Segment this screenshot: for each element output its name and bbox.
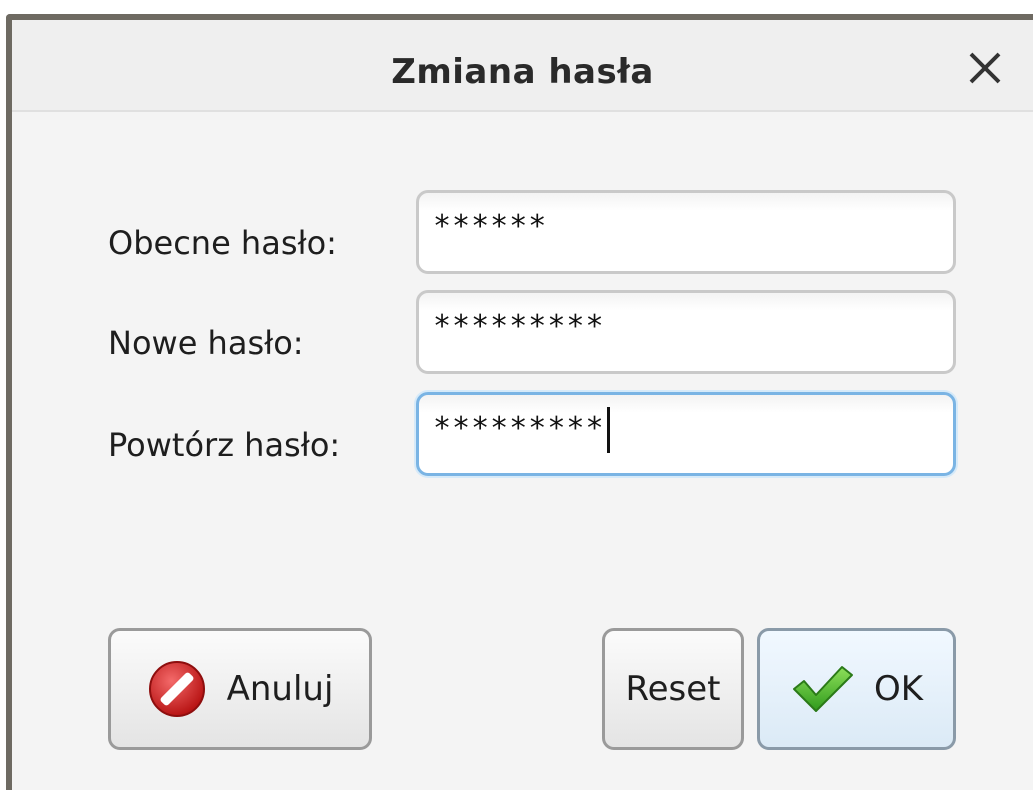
repeat-password-field[interactable]: ********* (416, 392, 956, 476)
reset-button-label: Reset (625, 669, 721, 709)
change-password-dialog: Zmiana hasła Obecne hasło: ****** Nowe h… (6, 14, 1033, 790)
cancel-button[interactable]: Anuluj (108, 628, 372, 750)
no-entry-icon (147, 659, 207, 719)
repeat-password-label: Powtórz hasło: (108, 426, 341, 464)
close-icon (969, 52, 1001, 84)
ok-button-label: OK (873, 669, 924, 709)
new-password-value: ********* (433, 309, 605, 344)
dialog-titlebar: Zmiana hasła (12, 20, 1033, 112)
repeat-password-value: ********* (433, 411, 605, 446)
reset-button[interactable]: Reset (602, 628, 744, 750)
dialog-title: Zmiana hasła (391, 52, 654, 92)
text-caret (606, 407, 610, 453)
checkmark-icon (790, 663, 854, 715)
current-password-field[interactable]: ****** (416, 190, 956, 274)
new-password-field[interactable]: ********* (416, 290, 956, 374)
current-password-value: ****** (433, 209, 548, 244)
cancel-button-label: Anuluj (226, 669, 334, 709)
new-password-label: Nowe hasło: (108, 324, 304, 362)
close-button[interactable] (961, 44, 1009, 92)
current-password-label: Obecne hasło: (108, 224, 337, 262)
ok-button[interactable]: OK (757, 628, 956, 750)
